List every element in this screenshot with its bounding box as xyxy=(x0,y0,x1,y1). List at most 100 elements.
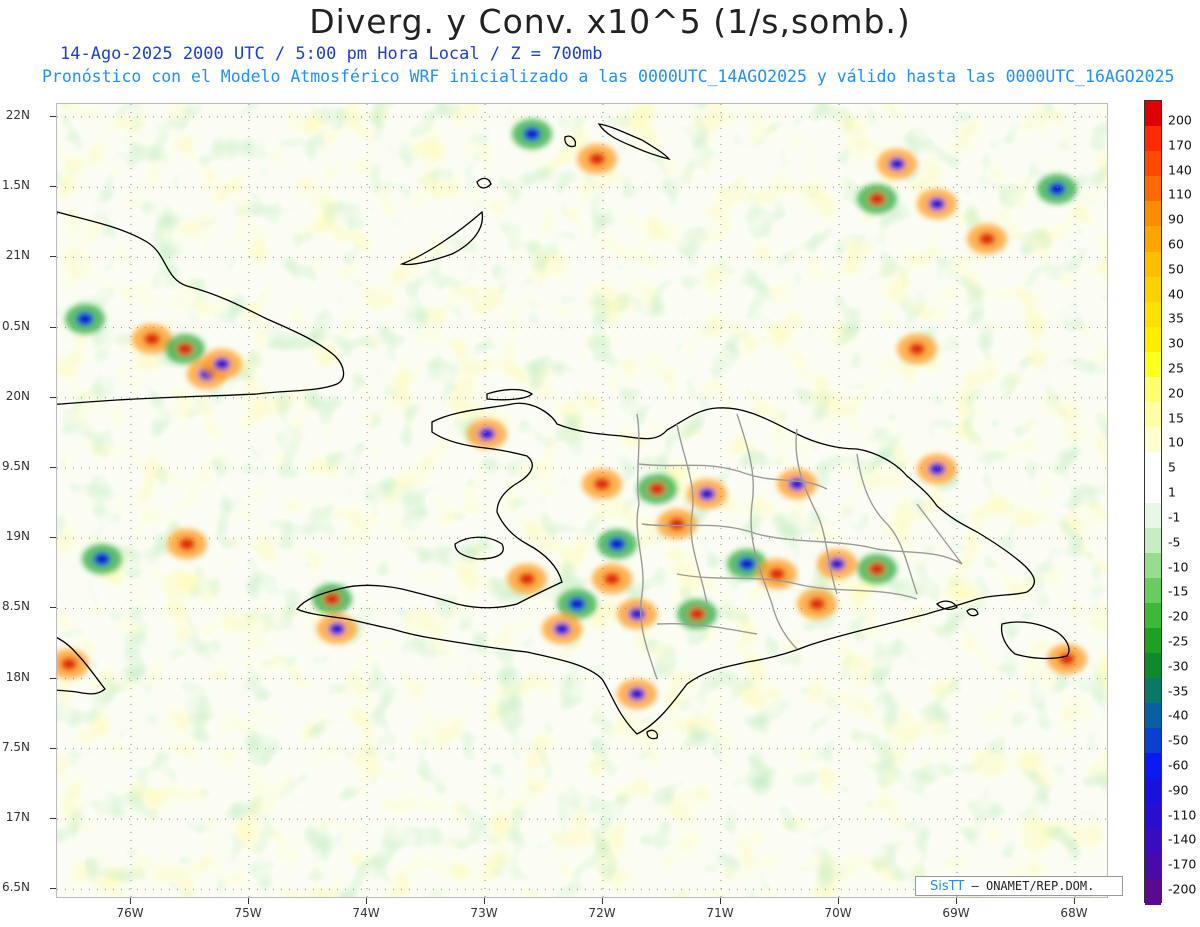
lon-tick-label: 71W xyxy=(706,906,734,920)
cell-core xyxy=(649,483,665,495)
colorbar-segment xyxy=(1145,828,1161,855)
colorbar-label: -140 xyxy=(1168,831,1197,847)
cell-core xyxy=(869,563,885,575)
lat-tick xyxy=(50,677,56,679)
colorbar-label: 170 xyxy=(1168,137,1192,153)
lat-tick-label: 17N xyxy=(5,810,30,824)
colorbar-segment xyxy=(1145,226,1161,253)
lon-tick xyxy=(1074,898,1075,904)
cell-core xyxy=(329,623,345,635)
cell-core xyxy=(479,428,495,440)
colorbar-label: 90 xyxy=(1168,211,1184,227)
cell-core xyxy=(594,478,610,490)
lon-tick-label: 72W xyxy=(588,906,616,920)
colorbar-segment xyxy=(1145,452,1161,479)
colorbar-label: 110 xyxy=(1168,186,1192,202)
credit-box: SisTT – ONAMET/REP.DOM. xyxy=(915,876,1123,896)
lat-tick-label: 19N xyxy=(5,529,30,544)
cell-core xyxy=(519,573,535,585)
lon-tick xyxy=(838,898,839,904)
colorbar-segment xyxy=(1145,351,1161,378)
colorbar-label: -1 xyxy=(1168,509,1181,525)
lat-tick-label: 7.5N xyxy=(1,739,30,754)
colorbar-segment xyxy=(1145,502,1161,529)
colorbar-segment xyxy=(1145,377,1161,404)
colorbar-label: -35 xyxy=(1168,683,1189,699)
forecast-time-subtitle: 14-Ago-2025 2000 UTC / 5:00 pm Hora Loca… xyxy=(60,44,603,64)
colorbar-label: 5 xyxy=(1168,459,1176,475)
colorbar-label: -60 xyxy=(1168,757,1189,773)
sistt-logo: SisTT xyxy=(930,879,965,894)
cell-core xyxy=(609,538,625,550)
cell-core xyxy=(829,558,845,570)
colorbar-segment xyxy=(1145,552,1161,579)
lon-tick xyxy=(366,898,367,904)
colorbar-segment xyxy=(1145,627,1161,654)
cell-core xyxy=(554,623,570,635)
cell-core xyxy=(604,573,620,585)
cell-core xyxy=(909,343,925,355)
colorbar-segment xyxy=(1145,753,1161,780)
colorbar-segment xyxy=(1145,402,1161,429)
lat-tick-label: 1.5N xyxy=(1,178,30,193)
model-info-subtitle: Pronóstico con el Modelo Atmosférico WRF… xyxy=(42,67,1175,86)
colorbar-label: 40 xyxy=(1168,286,1184,302)
colorbar-segment xyxy=(1145,853,1161,880)
colorbar-segment xyxy=(1145,477,1161,504)
colorbar-label: 50 xyxy=(1168,261,1184,277)
cell-core xyxy=(929,198,945,210)
lat-tick xyxy=(50,116,56,117)
cell-core xyxy=(739,558,755,570)
colorbar-label: 140 xyxy=(1168,162,1192,178)
cell-core xyxy=(629,608,645,620)
colorbar xyxy=(1144,100,1162,905)
colorbar-segment xyxy=(1145,577,1161,604)
cell-core xyxy=(689,608,705,620)
colorbar-segment xyxy=(1145,101,1161,127)
lon-tick xyxy=(956,898,957,904)
credit-text: – ONAMET/REP.DOM. xyxy=(964,879,1095,893)
colorbar-segment xyxy=(1145,301,1161,328)
colorbar-label: -170 xyxy=(1168,856,1197,872)
colorbar-segment xyxy=(1145,151,1161,178)
lon-tick xyxy=(130,898,131,904)
colorbar-label: -200 xyxy=(1168,881,1197,897)
lon-tick xyxy=(602,898,603,904)
cell-core xyxy=(1059,653,1075,665)
lat-tick xyxy=(50,467,56,468)
cell-core xyxy=(61,658,77,670)
colorbar-label: -20 xyxy=(1168,608,1189,624)
colorbar-segment xyxy=(1145,878,1161,905)
colorbar-label: 30 xyxy=(1168,335,1184,351)
lon-tick xyxy=(484,898,485,904)
lat-tick xyxy=(50,537,56,539)
cell-core xyxy=(94,553,110,565)
colorbar-label: 20 xyxy=(1168,385,1184,401)
colorbar-segment xyxy=(1145,803,1161,830)
lat-tick xyxy=(50,607,56,609)
colorbar-label: -110 xyxy=(1168,807,1197,823)
cell-core xyxy=(179,538,195,550)
colorbar-segment xyxy=(1145,678,1161,705)
lat-tick xyxy=(50,396,56,398)
colorbar-segment xyxy=(1145,326,1161,353)
colorbar-segment xyxy=(1145,703,1161,730)
cell-core xyxy=(889,158,905,170)
colorbar-label: 25 xyxy=(1168,360,1184,376)
lon-tick-label: 68W xyxy=(1060,906,1088,920)
colorbar-segment xyxy=(1145,126,1161,153)
lon-tick-label: 73W xyxy=(470,906,498,920)
colorbar-label: 10 xyxy=(1168,434,1184,450)
colorbar-label: -5 xyxy=(1168,534,1181,550)
lat-tick-label: 9.5N xyxy=(1,459,30,473)
lon-tick xyxy=(248,898,249,904)
colorbar-segment xyxy=(1145,728,1161,755)
lon-tick xyxy=(720,898,721,904)
map-panel xyxy=(56,103,1108,898)
cell-core xyxy=(77,313,93,325)
cell-core xyxy=(769,568,785,580)
cell-core xyxy=(869,193,885,205)
lat-tick-label: 21N xyxy=(5,248,30,263)
convergence-texture xyxy=(57,104,1107,897)
cell-core xyxy=(629,688,645,700)
